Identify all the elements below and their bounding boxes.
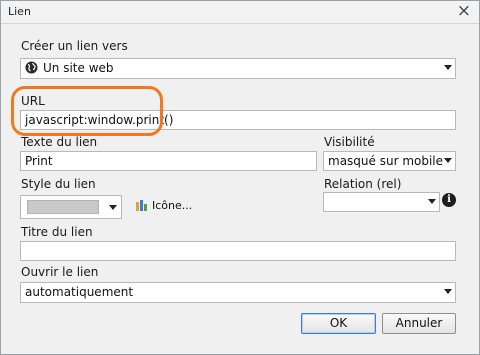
icon-button[interactable]: Icône... bbox=[135, 198, 192, 214]
link-style-picker[interactable] bbox=[20, 195, 122, 219]
chevron-down-icon bbox=[444, 289, 452, 294]
visibility-select[interactable]: masqué sur mobile bbox=[323, 151, 456, 171]
icon-button-label: Icône... bbox=[152, 199, 193, 212]
chevron-down-icon bbox=[109, 205, 117, 210]
relation-select[interactable] bbox=[323, 192, 440, 212]
visibility-value: masqué sur mobile bbox=[328, 154, 444, 168]
info-icon[interactable]: i bbox=[442, 193, 456, 207]
url-input[interactable]: javascript:window.print() bbox=[20, 110, 456, 130]
open-link-label: Ouvrir le lien bbox=[21, 265, 99, 279]
link-text-label: Texte du lien bbox=[21, 135, 98, 149]
globe-icon bbox=[25, 61, 38, 74]
link-title-label: Titre du lien bbox=[21, 225, 93, 239]
link-type-select[interactable]: Un site web bbox=[20, 58, 456, 79]
cancel-button[interactable]: Annuler bbox=[382, 313, 456, 334]
title-bar: Lien × bbox=[1, 1, 479, 24]
relation-label: Relation (rel) bbox=[324, 177, 402, 191]
url-label: URL bbox=[21, 94, 45, 108]
dialog-title: Lien bbox=[8, 5, 31, 18]
visibility-label: Visibilité bbox=[324, 135, 375, 149]
link-text-input[interactable]: Print bbox=[20, 151, 317, 171]
icon-picker-icon bbox=[136, 200, 147, 211]
open-link-value: automatiquement bbox=[25, 285, 134, 299]
chevron-down-icon bbox=[428, 199, 436, 204]
link-style-label: Style du lien bbox=[21, 177, 96, 191]
style-swatch bbox=[27, 200, 99, 214]
close-icon[interactable]: × bbox=[457, 2, 471, 20]
open-link-select[interactable]: automatiquement bbox=[20, 282, 456, 303]
link-title-input[interactable] bbox=[20, 241, 456, 261]
link-type-value: Un site web bbox=[43, 61, 114, 75]
link-type-label: Créer un lien vers bbox=[21, 39, 128, 53]
chevron-down-icon bbox=[444, 65, 452, 70]
ok-button[interactable]: OK bbox=[301, 313, 376, 334]
chevron-down-icon bbox=[444, 158, 452, 163]
